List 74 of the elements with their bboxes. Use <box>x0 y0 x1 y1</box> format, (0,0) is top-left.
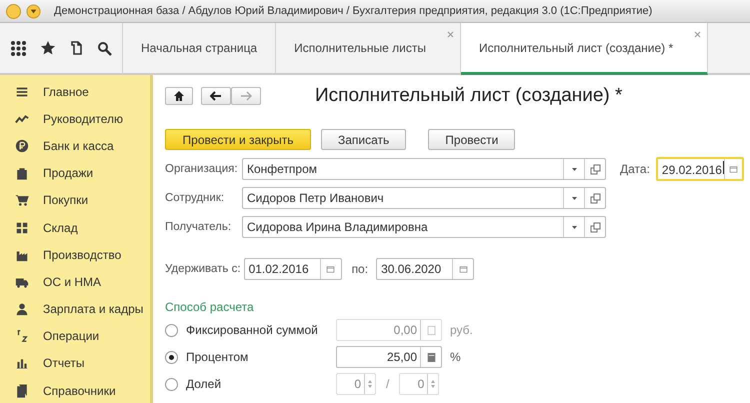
sidebar-item[interactable]: Зарплата и кадры <box>0 296 150 323</box>
open-icon[interactable] <box>590 222 600 232</box>
back-button[interactable] <box>201 87 231 105</box>
dropdown-icon[interactable] <box>570 166 578 172</box>
close-icon[interactable] <box>694 31 702 38</box>
sidebar-item[interactable]: Склад <box>0 214 150 242</box>
sidebar-item[interactable]: Продажи <box>0 160 150 187</box>
select-field[interactable]: Сидорова Ирина Владимировна <box>242 216 606 238</box>
history-icon[interactable] <box>69 40 84 56</box>
form-title: Исполнительный лист (создание) * <box>315 85 622 107</box>
sidebar-item[interactable]: Производство <box>0 241 150 268</box>
dropdown-icon[interactable] <box>570 224 578 230</box>
section-icon <box>15 193 29 208</box>
section-icon <box>15 302 29 316</box>
search-icon[interactable] <box>97 40 112 56</box>
number-spinner[interactable]: 0 <box>399 373 440 395</box>
field-label: Удерживать с: <box>165 263 241 275</box>
star-icon[interactable] <box>40 40 56 56</box>
tab[interactable]: Исполнительный лист (создание) * <box>460 23 708 75</box>
arrow-left-icon <box>210 91 222 101</box>
section-icon <box>15 166 29 180</box>
section-icon <box>15 356 29 370</box>
number-field[interactable]: 25,00 <box>336 346 442 368</box>
calculator-icon <box>426 324 436 336</box>
sidebar-item[interactable]: Операции <box>0 322 150 350</box>
calendar-icon <box>728 164 739 174</box>
close-icon[interactable] <box>446 31 454 38</box>
sidebar-item[interactable]: Руководителю <box>0 105 150 132</box>
sidebar-item[interactable]: Покупки <box>0 186 150 214</box>
field-label: Сотрудник: <box>165 192 226 204</box>
radio-option[interactable]: Процентом <box>165 350 336 364</box>
arrow-right-icon <box>240 91 252 101</box>
radio-option[interactable]: Фиксированной суммой <box>165 323 336 337</box>
menu-caret-icon[interactable] <box>26 4 41 18</box>
grid-menu-icon[interactable] <box>10 40 27 56</box>
select-field[interactable]: Сидоров Петр Иванович <box>242 187 606 209</box>
field-label: Дата: <box>620 162 650 176</box>
calendar-icon <box>458 264 469 274</box>
unit-label: руб. <box>450 323 473 337</box>
sidebar-item[interactable]: Отчеты <box>0 350 150 378</box>
calculator-icon <box>426 352 436 362</box>
home-button[interactable] <box>165 87 193 105</box>
home-icon <box>173 90 185 102</box>
sidebar-item[interactable]: Справочники <box>0 377 150 403</box>
date-field[interactable]: 01.02.2016 <box>244 258 342 280</box>
action-button[interactable]: Записать <box>321 129 406 150</box>
number-field[interactable]: 0,00 <box>336 319 442 341</box>
field-label: Получатель: <box>165 221 232 233</box>
number-spinner[interactable]: 0 <box>336 373 376 395</box>
date-field[interactable]: 30.06.2020 <box>376 258 474 280</box>
tab[interactable]: Начальная страница <box>123 23 276 73</box>
open-icon[interactable] <box>590 192 600 204</box>
unit-label: % <box>450 350 461 364</box>
field-label: по: <box>352 262 368 276</box>
section-icon <box>15 384 29 398</box>
section-icon <box>15 84 29 99</box>
sidebar-item[interactable]: Главное <box>0 78 150 106</box>
section-icon <box>15 329 29 344</box>
dropdown-icon[interactable] <box>570 196 578 200</box>
sidebar-item[interactable]: ОС и НМА <box>0 268 150 296</box>
action-button[interactable]: Провести <box>428 129 516 150</box>
separator-text: / <box>386 377 390 391</box>
calendar-icon <box>325 264 336 274</box>
section-icon <box>15 220 29 235</box>
radio-option[interactable]: Долей <box>165 377 336 391</box>
open-icon[interactable] <box>590 164 600 174</box>
section-icon <box>15 138 29 153</box>
section-title: Способ расчета <box>165 300 255 314</box>
select-field[interactable]: Конфетпром <box>242 158 606 180</box>
sidebar-item[interactable]: Банк и касса <box>0 132 150 160</box>
window-title: Демонстрационная база / Абдулов Юрий Владимирович / Бухгалтерия предприятия, редакция 3.0 (1С:Предприятие) <box>54 5 652 17</box>
date-field[interactable]: 29.02.2016 <box>656 157 744 181</box>
action-button[interactable]: Провести и закрыть <box>165 129 311 150</box>
field-label: Организация: <box>165 163 239 175</box>
